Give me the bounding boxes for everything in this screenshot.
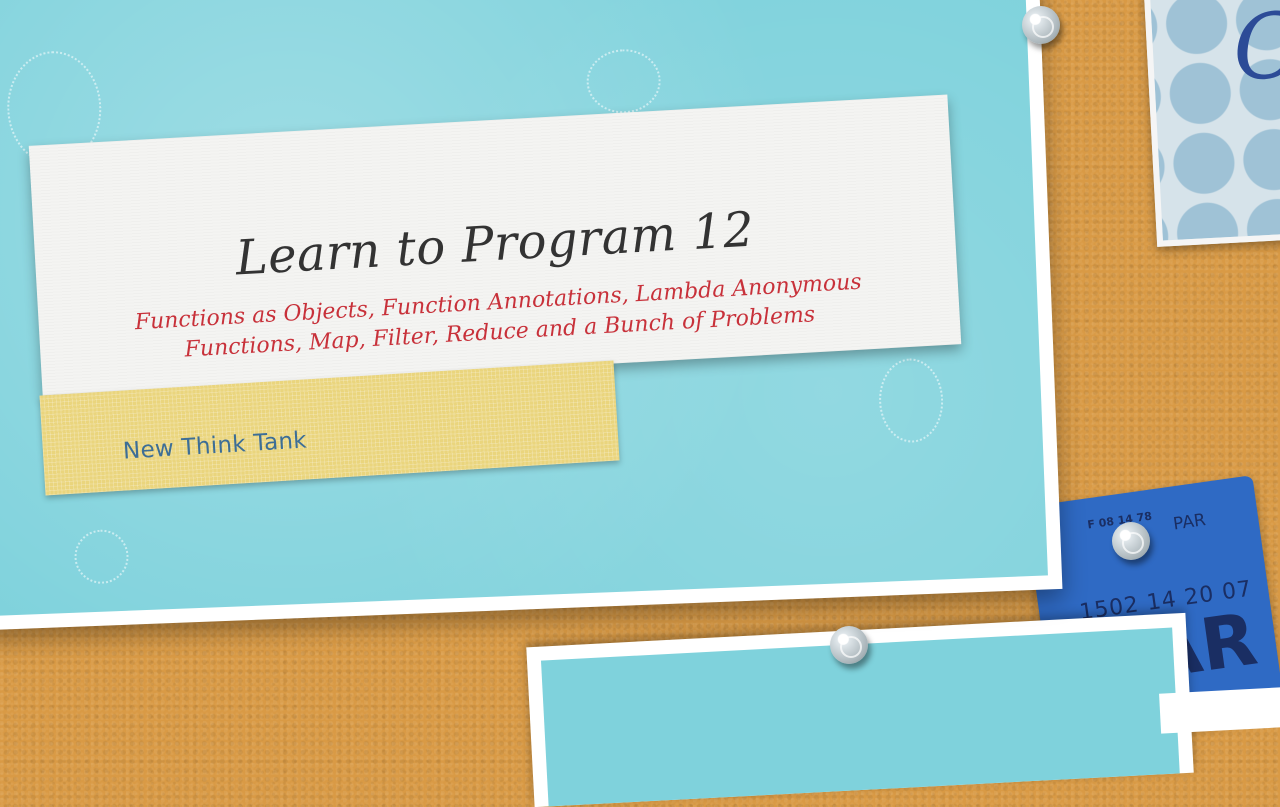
title-paper-strip: Learn to Program 12 Functions as Objects… (28, 94, 962, 396)
brand-label: New Think Tank (122, 427, 308, 465)
swirl-decoration (585, 47, 662, 115)
pushpin-icon (830, 626, 868, 664)
swirl-decoration (73, 528, 130, 585)
bottom-right-paper (1159, 686, 1280, 734)
pushpin-icon (1022, 6, 1060, 44)
tag-code: PAR (1171, 510, 1207, 535)
pushpin-icon (1112, 522, 1150, 560)
corkboard-background: C F 08 14 78 PAR 1502 14 20 07 AR Learn … (0, 0, 1280, 807)
polka-card-letter: C (1230, 0, 1280, 102)
swirl-decoration (877, 357, 945, 444)
polka-dot-card: C (1143, 0, 1280, 247)
